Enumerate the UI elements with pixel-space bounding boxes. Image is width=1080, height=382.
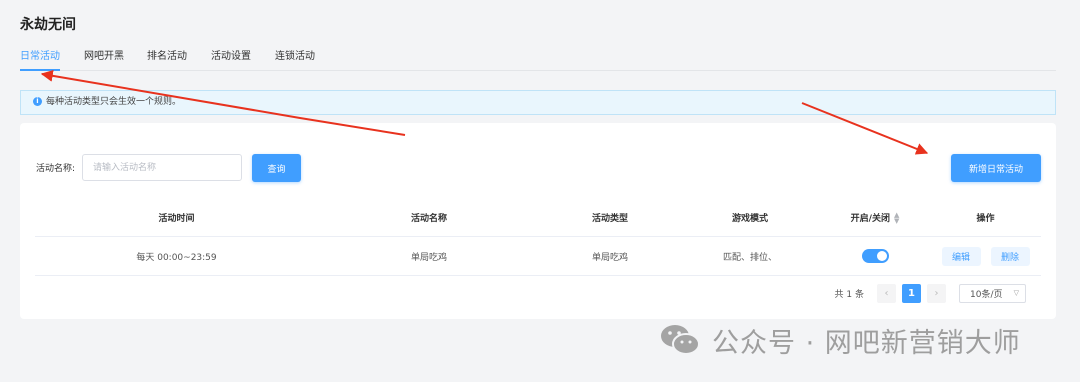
cell-toggle <box>820 237 930 275</box>
tab-cafe-team[interactable]: 网吧开黑 <box>84 50 124 71</box>
tab-chain-activity[interactable]: 连锁活动 <box>275 50 315 71</box>
cell-activity-time: 每天 00:00~23:59 <box>136 252 217 263</box>
cell-actions: 编辑 删除 <box>930 237 1041 275</box>
edit-button[interactable]: 编辑 <box>941 246 981 266</box>
watermark: 公众号 · 网吧新营销大师 <box>660 320 1021 360</box>
page-title: 永劫无间 <box>20 17 76 33</box>
page-size-value: 10条/页 <box>970 289 1003 300</box>
wechat-icon <box>661 325 700 355</box>
delete-button[interactable]: 删除 <box>990 246 1030 266</box>
header-activity-type: 活动类型 <box>591 214 628 224</box>
chevron-down-icon: ▽ <box>1013 289 1019 297</box>
add-daily-activity-button[interactable]: 新增日常活动 <box>951 154 1041 182</box>
alert-text: 每种活动类型只会生效一个规则。 <box>46 97 182 107</box>
next-page-button[interactable]: › <box>927 283 946 303</box>
switch-knob <box>876 251 887 261</box>
table-header: 活动时间 活动名称 活动类型 游戏模式 开启/关闭 ▲ ▼ 操作 <box>35 199 1041 237</box>
filter-label: 活动名称: <box>36 164 76 174</box>
cell-activity-name: 单局吃鸡 <box>410 252 447 263</box>
header-game-mode: 游戏模式 <box>731 214 768 224</box>
activity-card: 活动名称: 查询 新增日常活动 活动时间 活动名称 活动类型 游戏模式 开启/关… <box>20 123 1056 319</box>
current-page-button[interactable]: 1 <box>902 283 921 303</box>
table-row: 每天 00:00~23:59 单局吃鸡 单局吃鸡 匹配、排位、 编辑 删除 <box>35 237 1041 276</box>
info-alert: i 每种活动类型只会生效一个规则。 <box>20 90 1056 115</box>
tab-ranking-activity[interactable]: 排名活动 <box>147 50 187 71</box>
cell-activity-type: 单局吃鸡 <box>591 252 628 263</box>
header-toggle-label: 开启/关闭 <box>850 214 890 224</box>
pagination: 共 1 条 ‹ 1 › 10条/页 ▽ <box>834 283 1026 303</box>
header-activity-name: 活动名称 <box>410 214 447 224</box>
tab-activity-settings[interactable]: 活动设置 <box>211 50 251 71</box>
header-activity-time: 活动时间 <box>158 214 195 224</box>
cell-game-mode: 匹配、排位、 <box>722 252 777 263</box>
prev-page-button[interactable]: ‹ <box>877 283 896 303</box>
activity-name-input[interactable] <box>82 154 242 181</box>
header-toggle[interactable]: 开启/关闭 ▲ ▼ <box>820 199 930 236</box>
enable-switch[interactable] <box>861 249 889 263</box>
header-actions: 操作 <box>976 214 995 224</box>
page-size-select[interactable]: 10条/页 ▽ <box>959 283 1026 303</box>
query-button[interactable]: 查询 <box>252 154 301 182</box>
info-icon: i <box>33 97 42 106</box>
pagination-total: 共 1 条 <box>834 289 864 300</box>
tab-bar: 日常活动 网吧开黑 排名活动 活动设置 连锁活动 <box>20 50 1056 71</box>
sort-icon[interactable]: ▲ ▼ <box>894 211 899 224</box>
tab-daily-activity[interactable]: 日常活动 <box>20 50 60 71</box>
watermark-text: 公众号 · 网吧新营销大师 <box>712 327 1021 359</box>
